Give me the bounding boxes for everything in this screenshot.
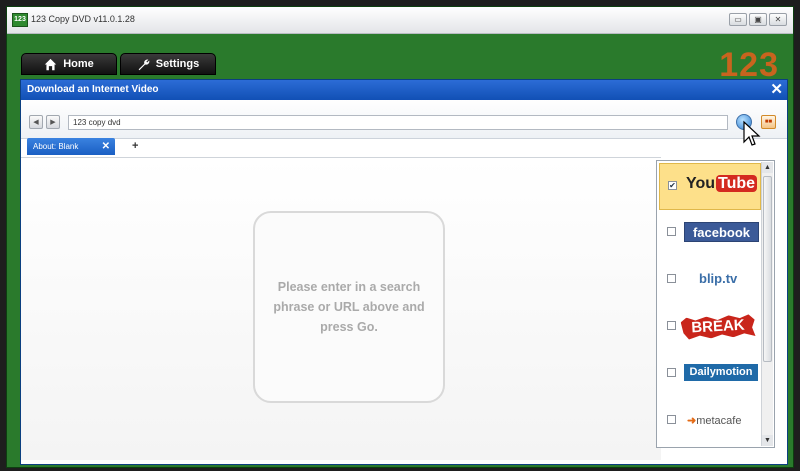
title-bar: 123 123 Copy DVD v11.0.1.28 ▭ ▣ ✕ (7, 7, 793, 34)
site-item-metacafe[interactable]: ➜metacafe (659, 398, 761, 445)
browser-tab-label: About: Blank (33, 142, 79, 151)
empty-message-box: Please enter in a search phrase or URL a… (253, 211, 445, 403)
mouse-cursor-icon (743, 120, 761, 146)
url-input[interactable] (68, 115, 728, 130)
empty-message-text: Please enter in a search phrase or URL a… (273, 280, 425, 334)
dialog-close-icon[interactable]: ✕ (770, 82, 783, 98)
home-icon (45, 58, 57, 70)
video-site-list: ✔ You Tube facebook blip.tv BREAK Dailymo… (656, 160, 775, 448)
brand-logo: 123 (719, 46, 779, 79)
metacafe-logo-text: metacafe (696, 415, 742, 427)
facebook-logo: facebook (684, 222, 759, 242)
tab-settings-label: Settings (155, 58, 200, 70)
site-checkbox-facebook[interactable] (667, 227, 676, 236)
app-icon: 123 (12, 13, 28, 27)
dialog-title: Download an Internet Video (21, 80, 787, 100)
site-checkbox-dailymotion[interactable] (667, 368, 676, 377)
site-checkbox-break[interactable] (667, 321, 676, 330)
window-controls: ▭ ▣ ✕ (729, 13, 787, 26)
back-button[interactable]: ◀ (29, 115, 43, 129)
main-tabs: Home Settings (21, 53, 216, 75)
close-tab-icon[interactable]: ✕ (102, 138, 110, 155)
site-item-dailymotion[interactable]: Dailymotion (659, 351, 761, 398)
new-tab-button[interactable]: + (132, 140, 138, 152)
window-title: 123 Copy DVD v11.0.1.28 (31, 14, 135, 24)
stop-button[interactable]: ■■ (761, 115, 776, 129)
tab-settings[interactable]: Settings (120, 53, 216, 75)
site-item-break[interactable]: BREAK (659, 304, 761, 351)
site-checkbox-youtube[interactable]: ✔ (668, 181, 677, 190)
tab-home-label: Home (63, 58, 94, 70)
bliptv-logo: blip.tv (699, 271, 738, 286)
metacafe-logo: ➜metacafe (687, 415, 742, 427)
site-items: ✔ You Tube facebook blip.tv BREAK Dailymo… (659, 163, 761, 445)
site-checkbox-metacafe[interactable] (667, 415, 676, 424)
site-item-facebook[interactable]: facebook (659, 210, 761, 257)
site-checkbox-bliptv[interactable] (667, 274, 676, 283)
scroll-thumb[interactable] (763, 176, 772, 362)
wrench-icon (138, 58, 150, 70)
browser-content: Please enter in a search phrase or URL a… (21, 157, 661, 460)
site-list-scrollbar[interactable]: ▲ ▼ (761, 162, 773, 446)
site-item-bliptv[interactable]: blip.tv (659, 257, 761, 304)
youtube-logo: You Tube (686, 175, 758, 192)
close-window-button[interactable]: ✕ (769, 13, 787, 26)
tab-home[interactable]: Home (21, 53, 117, 75)
browser-tab-about-blank[interactable]: About: Blank ✕ (27, 138, 115, 155)
maximize-button[interactable]: ▣ (749, 13, 767, 26)
scroll-up-icon[interactable]: ▲ (762, 162, 773, 173)
minimize-button[interactable]: ▭ (729, 13, 747, 26)
scroll-down-icon[interactable]: ▼ (762, 435, 773, 446)
site-item-youtube[interactable]: ✔ You Tube (659, 163, 761, 210)
break-logo: BREAK (680, 314, 755, 340)
dailymotion-logo: Dailymotion (684, 364, 758, 381)
app-window: 123 123 Copy DVD v11.0.1.28 ▭ ▣ ✕ Home S… (6, 6, 794, 468)
forward-button[interactable]: ▶ (46, 115, 60, 129)
